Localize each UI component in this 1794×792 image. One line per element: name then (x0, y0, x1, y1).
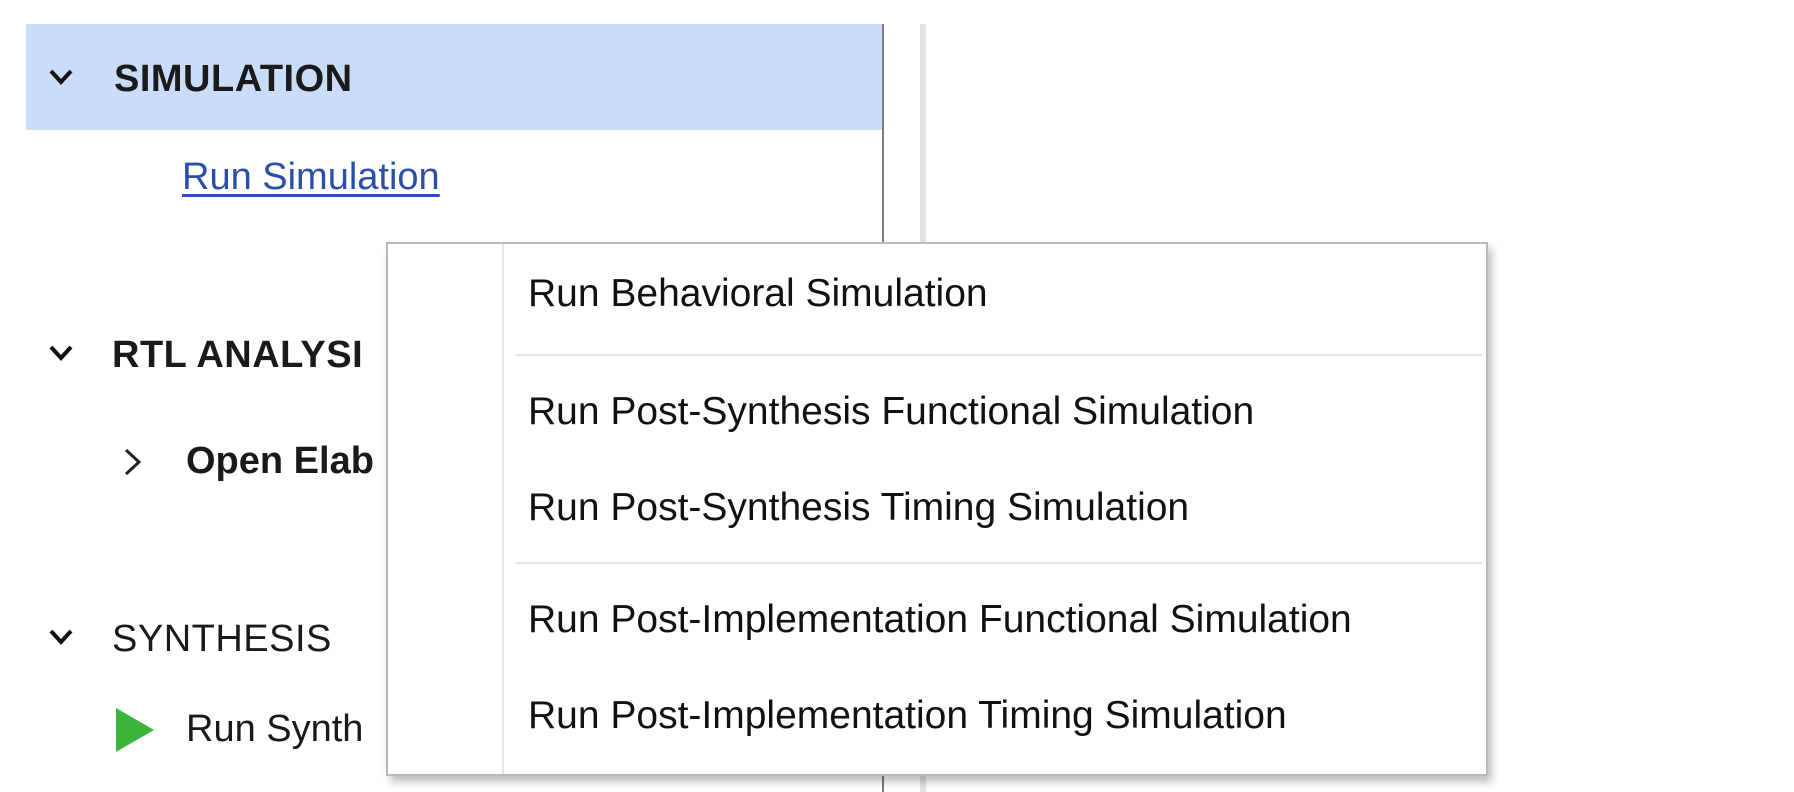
menu-separator (516, 354, 1482, 356)
menu-icon-gutter (388, 244, 504, 774)
run-simulation-context-menu: Run Behavioral Simulation Run Post-Synth… (386, 242, 1488, 776)
menu-separator (516, 562, 1482, 564)
run-synthesis-label: Run Synth (186, 708, 364, 750)
run-synthesis-item[interactable]: Run Synth (0, 706, 380, 756)
menu-item-run-behavioral-simulation[interactable]: Run Behavioral Simulation (528, 272, 988, 316)
open-elaborated-design-item[interactable]: Open Elab (0, 438, 380, 488)
play-icon (116, 708, 154, 752)
menu-item-run-post-synthesis-timing-simulation[interactable]: Run Post-Synthesis Timing Simulation (528, 486, 1189, 530)
run-simulation-link[interactable]: Run Simulation (182, 156, 440, 199)
menu-item-run-post-synthesis-functional-simulation[interactable]: Run Post-Synthesis Functional Simulation (528, 390, 1254, 434)
menu-item-run-post-implementation-functional-simulation[interactable]: Run Post-Implementation Functional Simul… (528, 598, 1352, 642)
chevron-down-icon[interactable] (48, 64, 74, 90)
section-title-rtl-analysis: RTL ANALYSI (112, 334, 364, 376)
open-elaborated-design-label: Open Elab (186, 440, 374, 482)
chevron-down-icon[interactable] (48, 624, 74, 650)
menu-item-run-post-implementation-timing-simulation[interactable]: Run Post-Implementation Timing Simulatio… (528, 694, 1287, 738)
chevron-down-icon[interactable] (48, 340, 74, 366)
section-title-simulation: SIMULATION (114, 58, 353, 100)
section-simulation[interactable]: SIMULATION (26, 24, 882, 130)
section-title-synthesis: SYNTHESIS (112, 618, 332, 660)
chevron-right-icon[interactable] (122, 444, 144, 476)
